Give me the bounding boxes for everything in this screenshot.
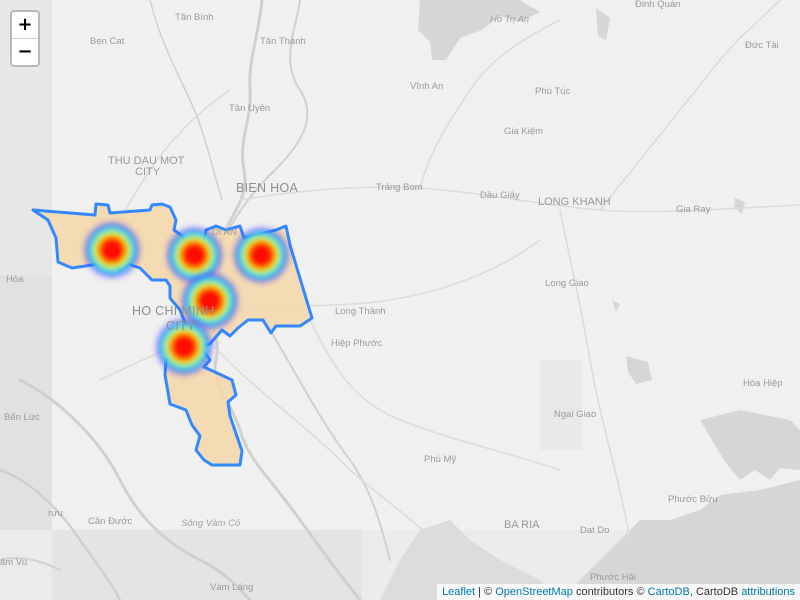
label-ho-tri-an: Hồ Trị An: [490, 14, 529, 25]
label-phu-my: Phú Mỹ: [424, 454, 456, 465]
heat-spot: [233, 227, 289, 283]
label-long-giao: Long Giao: [545, 278, 589, 289]
label-hoa-hiep: Hòa Hiệp: [743, 378, 783, 389]
label-tan-thanh: Tân Thành: [260, 36, 306, 47]
label-ben-luc: Bến Lức: [4, 412, 40, 423]
cartodb-link[interactable]: CartoDB: [648, 586, 690, 598]
label-gia-ray: Gia Ray: [676, 204, 711, 215]
label-vinh-an: Vĩnh An: [410, 81, 443, 92]
label-phuoc-buu: Phước Bửu: [668, 494, 718, 505]
leaflet-link[interactable]: Leaflet: [442, 586, 475, 598]
label-vam-lang: Vàm Láng: [210, 582, 253, 593]
heat-ring: [248, 242, 274, 268]
attribution-sep-2: , CartoDB: [689, 586, 742, 598]
heat-ring: [99, 237, 125, 263]
label-song-vam-co: Sông Vàm Cỏ: [181, 518, 240, 529]
label-am-vu: âm Vu: [0, 557, 27, 568]
label-phu-tuc: Phú Túc: [535, 86, 570, 97]
label-ho-chi-minh-1: HO CHI MINH: [132, 304, 214, 318]
attributions-link[interactable]: attributions: [741, 586, 795, 598]
heat-spot: [84, 222, 140, 278]
label-tan-binh: Tân Bình: [175, 12, 214, 23]
label-di-an: DI AN: [212, 227, 237, 238]
heat-ring: [182, 242, 207, 268]
label-hoa: Hòa: [6, 274, 24, 285]
zoom-out-button[interactable]: −: [12, 39, 38, 65]
label-trang-bom: Trảng Bom: [376, 182, 423, 193]
heat-ring: [171, 334, 197, 360]
openstreetmap-link[interactable]: OpenStreetMap: [495, 586, 573, 598]
label-can-duoc: Cần Đước: [88, 516, 133, 527]
label-long-thanh: Long Thành: [335, 306, 386, 317]
zoom-in-button[interactable]: +: [12, 12, 38, 39]
label-hiep-phuoc: Hiệp Phước: [331, 338, 382, 349]
label-long-khanh: LONG KHANH: [538, 196, 611, 208]
label-tan-uyen: Tân Uyên: [229, 103, 270, 114]
attribution-bar: Leaflet | © OpenStreetMap contributors ©…: [437, 584, 800, 600]
label-duc-tai: Đức Tài: [745, 40, 779, 51]
map-canvas[interactable]: Tân Bình Định Quán Hồ Trị An Ben Cat Tân…: [0, 0, 800, 600]
label-ba-ria: BA RIA: [504, 519, 540, 531]
label-ben-cat: Ben Cat: [90, 36, 125, 47]
label-dat-do: Dat Do: [580, 525, 610, 536]
attribution-contrib: contributors ©: [572, 586, 648, 598]
label-gia-kiem: Gia Kiệm: [504, 126, 543, 137]
label-dau-giay: Dầu Giây: [480, 190, 520, 201]
label-phuoc-hai: Phước Hải: [590, 572, 636, 583]
attribution-sep-1: | ©: [475, 586, 496, 598]
label-thu-dau-mot-2: CITY: [135, 166, 161, 178]
label-ho-chi-minh-2: CITY: [166, 319, 196, 333]
label-bien-hoa: BIEN HOA: [236, 181, 298, 195]
basemap-tiles: [0, 0, 800, 600]
zoom-control: + −: [10, 10, 40, 67]
label-ngai-giao: Ngai Giao: [554, 409, 596, 420]
label-dinh-quan: Định Quán: [635, 0, 680, 10]
label-ruu: rựu: [48, 508, 63, 519]
